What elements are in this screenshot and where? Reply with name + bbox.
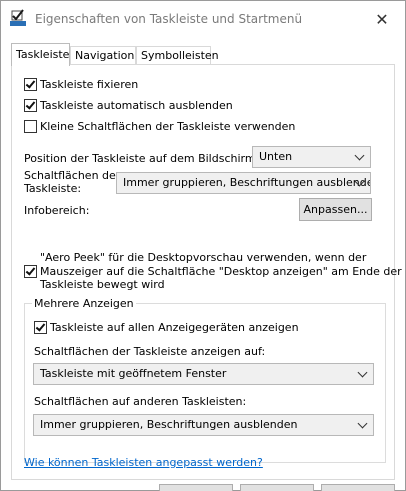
other-taskbars-label: Schaltflächen auf anderen Taskleisten: bbox=[34, 395, 247, 408]
show-on-all-displays-label: Taskleiste auf allen Anzeigegeräten anze… bbox=[50, 321, 299, 334]
checkbox-box[interactable] bbox=[24, 78, 37, 91]
small-buttons-label: Kleine Schaltflächen der Taskleiste verw… bbox=[40, 120, 296, 133]
taskbar-properties-icon bbox=[9, 9, 27, 27]
aero-peek-label-line3: Taskleiste bewegt wird bbox=[40, 278, 165, 291]
apply-button[interactable] bbox=[321, 484, 395, 491]
customize-button[interactable]: Anpassen... bbox=[299, 198, 372, 221]
lock-taskbar-checkbox[interactable]: Taskleiste fixieren bbox=[24, 78, 138, 91]
buttons-label-line2: Taskleiste: bbox=[24, 182, 82, 195]
checkbox-box[interactable] bbox=[24, 120, 37, 133]
aero-peek-label-line2: Mauszeiger auf die Schaltfläche "Desktop… bbox=[40, 265, 402, 278]
title-bar: Eigenschaften von Taskleiste und Startme… bbox=[1, 1, 405, 37]
window-title: Eigenschaften von Taskleiste und Startme… bbox=[35, 12, 303, 26]
other-taskbars-value: Immer gruppieren, Beschriftungen ausblen… bbox=[40, 418, 298, 431]
multiple-displays-title: Mehrere Anzeigen bbox=[32, 297, 136, 310]
close-icon: ✕ bbox=[375, 9, 389, 29]
cancel-button[interactable] bbox=[240, 484, 314, 491]
help-link[interactable]: Wie können Taskleisten angepasst werden? bbox=[24, 456, 263, 469]
tab-taskleiste[interactable]: Taskleiste bbox=[11, 43, 70, 66]
chevron-down-icon bbox=[357, 418, 368, 429]
show-buttons-on-label: Schaltflächen der Taskleiste anzeigen au… bbox=[34, 345, 266, 358]
buttons-label-line1: Schaltflächen der bbox=[24, 169, 121, 182]
taskbar-buttons-value: Immer gruppieren, Beschriftungen ausblen… bbox=[123, 176, 371, 189]
tab-navigation[interactable]: Navigation bbox=[70, 46, 136, 65]
position-dropdown[interactable]: Unten bbox=[252, 146, 371, 168]
other-taskbars-dropdown[interactable]: Immer gruppieren, Beschriftungen ausblen… bbox=[33, 414, 374, 436]
show-buttons-on-dropdown[interactable]: Taskleiste mit geöffnetem Fenster bbox=[33, 363, 374, 385]
ok-button[interactable] bbox=[159, 484, 233, 491]
checkbox-box[interactable] bbox=[34, 321, 47, 334]
notification-area-label: Infobereich: bbox=[24, 204, 90, 217]
taskbar-buttons-dropdown[interactable]: Immer gruppieren, Beschriftungen ausblen… bbox=[116, 172, 371, 194]
small-buttons-checkbox[interactable]: Kleine Schaltflächen der Taskleiste verw… bbox=[24, 120, 295, 133]
checkbox-box[interactable] bbox=[24, 99, 37, 112]
position-label: Position der Taskleiste auf dem Bildschi… bbox=[24, 152, 260, 165]
position-value: Unten bbox=[259, 150, 293, 163]
tab-symbolleisten[interactable]: Symbolleisten bbox=[136, 46, 219, 65]
show-on-all-displays-checkbox[interactable]: Taskleiste auf allen Anzeigegeräten anze… bbox=[34, 321, 299, 334]
chevron-down-icon bbox=[354, 150, 365, 161]
autohide-taskbar-checkbox[interactable]: Taskleiste automatisch ausblenden bbox=[24, 99, 233, 112]
taskbar-properties-dialog: Eigenschaften von Taskleiste und Startme… bbox=[0, 0, 406, 491]
checkbox-box[interactable] bbox=[24, 265, 37, 278]
aero-peek-label-line1: "Aero Peek" für die Desktopvorschau verw… bbox=[40, 251, 367, 264]
autohide-taskbar-label: Taskleiste automatisch ausblenden bbox=[40, 99, 233, 112]
chevron-down-icon bbox=[357, 367, 368, 378]
lock-taskbar-label: Taskleiste fixieren bbox=[40, 78, 139, 91]
close-button[interactable]: ✕ bbox=[359, 1, 405, 37]
tab-panel-taskleiste: Taskleiste fixieren Taskleiste automatis… bbox=[11, 64, 402, 480]
show-buttons-on-value: Taskleiste mit geöffnetem Fenster bbox=[40, 367, 227, 380]
aero-peek-checkbox[interactable]: Mauszeiger auf die Schaltfläche "Desktop… bbox=[24, 265, 402, 278]
